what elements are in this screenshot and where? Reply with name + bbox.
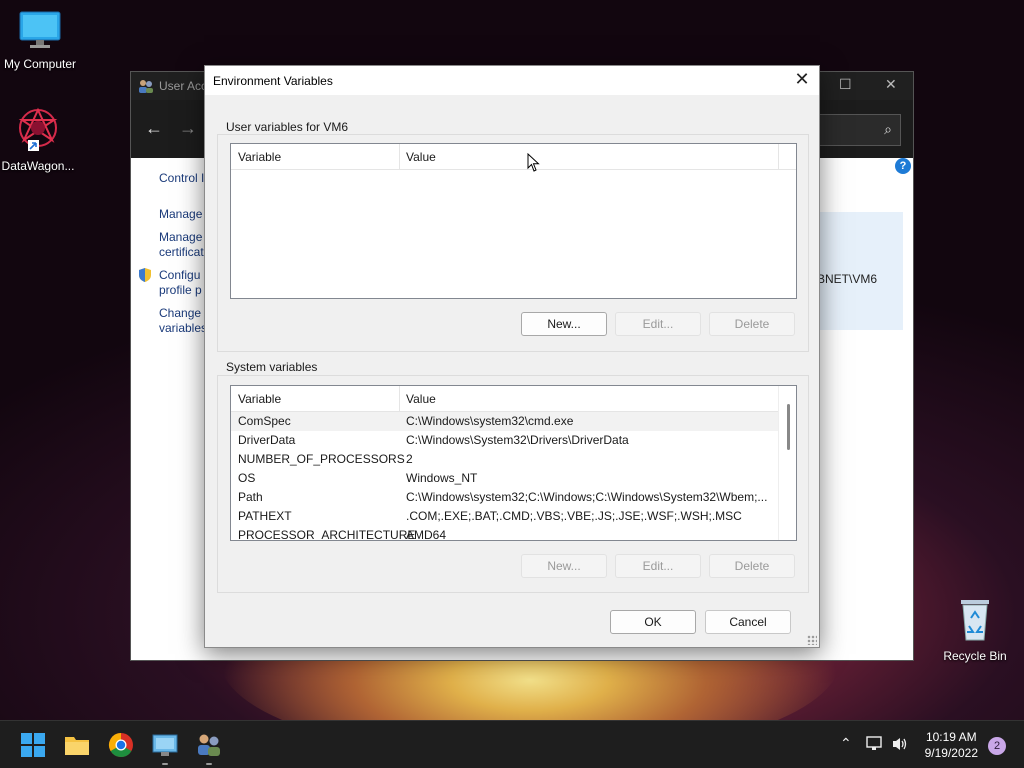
list-header: Variable Value (231, 386, 796, 412)
variable-name: Path (238, 490, 263, 504)
recycle-bin-icon (961, 600, 989, 641)
table-row[interactable]: NUMBER_OF_PROCESSORS 2 (231, 450, 796, 469)
variable-name: PATHEXT (238, 509, 292, 523)
table-row[interactable]: PROCESSOR_ARCHITECTURE AMD64 (231, 526, 796, 541)
clock-date: 9/19/2022 (924, 746, 978, 760)
desktop-icon-recycle-bin[interactable]: Recycle Bin (935, 596, 1015, 663)
monitor-icon (19, 11, 61, 48)
environment-variables-dialog: Environment Variables ✕ User variables f… (204, 65, 820, 648)
close-icon[interactable]: ✕ (885, 76, 897, 93)
back-arrow-icon[interactable]: ← (145, 118, 163, 139)
column-variable[interactable]: Variable (238, 392, 281, 406)
running-indicator (206, 763, 212, 765)
forward-arrow-icon[interactable]: → (179, 118, 197, 139)
window-title: User Acc (159, 79, 208, 93)
desktop-icon-label: Recycle Bin (943, 649, 1007, 663)
close-icon[interactable]: ✕ (791, 69, 813, 91)
search-icon: ⌕ (884, 121, 892, 137)
variable-value: Windows_NT (406, 471, 478, 485)
notification-badge[interactable]: 2 (988, 737, 1006, 755)
column-value[interactable]: Value (406, 392, 436, 406)
user-variables-list[interactable]: Variable Value (230, 143, 797, 299)
variable-value: C:\Windows\System32\Drivers\DriverData (406, 433, 629, 447)
change-variables-link[interactable]: Change variables (159, 306, 204, 336)
system-edit-button[interactable]: Edit... (615, 554, 701, 578)
resize-grip[interactable] (807, 635, 817, 645)
variable-value: C:\Windows\system32;C:\Windows;C:\Window… (406, 490, 768, 504)
user-variables-label: User variables for VM6 (224, 120, 351, 134)
variable-name: DriverData (238, 433, 296, 447)
user-new-button[interactable]: New... (521, 312, 607, 336)
dialog-titlebar: Environment Variables ✕ (205, 66, 819, 95)
shield-icon (137, 267, 153, 286)
users-icon (138, 78, 154, 97)
column-value[interactable]: Value (406, 150, 436, 164)
table-row[interactable]: OS Windows_NT (231, 469, 796, 488)
clock-time: 10:19 AM (925, 730, 977, 744)
configure-profile-link[interactable]: Configu profile p (159, 268, 204, 298)
user-edit-button[interactable]: Edit... (615, 312, 701, 336)
column-divider[interactable] (399, 386, 400, 412)
table-row[interactable]: Path C:\Windows\system32;C:\Windows;C:\W… (231, 488, 796, 507)
vertical-scrollbar[interactable] (778, 386, 796, 540)
variable-name: NUMBER_OF_PROCESSORS (238, 452, 405, 466)
system-variables-list[interactable]: Variable Value ComSpec C:\Windows\system… (230, 385, 797, 541)
system-variables-label: System variables (224, 360, 320, 374)
variable-name: OS (238, 471, 256, 485)
variable-name: ComSpec (238, 414, 291, 428)
system-clock[interactable]: 10:19 AM 9/19/2022 (925, 729, 978, 761)
user-info-panel: BNET\VM6 (817, 212, 903, 330)
app-shortcut-icon (18, 107, 58, 151)
dialog-title: Environment Variables (213, 74, 333, 88)
table-row[interactable]: DriverData C:\Windows\System32\Drivers\D… (231, 431, 796, 450)
column-variable[interactable]: Variable (238, 150, 281, 164)
desktop-icon-datawagon[interactable]: DataWagon... (0, 106, 78, 173)
variable-value: 2 (406, 452, 413, 466)
user-domain-text: BNET\VM6 (817, 272, 878, 286)
running-indicator (162, 763, 168, 765)
network-icon[interactable] (866, 736, 884, 752)
search-box[interactable]: ⌕ (817, 114, 901, 146)
desktop-icon-my-computer[interactable]: My Computer (0, 10, 80, 71)
maximize-icon[interactable]: ☐ (839, 76, 852, 93)
desktop-icon-label: My Computer (3, 57, 77, 71)
file-explorer-icon[interactable] (63, 731, 91, 759)
table-row[interactable]: ComSpec C:\Windows\system32\cmd.exe (231, 412, 796, 431)
scrollbar-thumb[interactable] (787, 404, 790, 450)
variable-value: C:\Windows\system32\cmd.exe (406, 414, 574, 428)
system-new-button[interactable]: New... (521, 554, 607, 578)
variable-name: PROCESSOR_ARCHITECTURE (238, 528, 416, 541)
ok-button[interactable]: OK (610, 610, 696, 634)
chevron-up-icon[interactable]: ⌃ (840, 735, 852, 752)
help-icon[interactable]: ? (895, 158, 911, 174)
variable-value: AMD64 (406, 528, 447, 541)
taskbar: ⌃ 10:19 AM 9/19/2022 2 (0, 720, 1024, 768)
cancel-button[interactable]: Cancel (705, 610, 791, 634)
column-divider[interactable] (778, 144, 779, 170)
column-divider[interactable] (399, 144, 400, 170)
user-accounts-icon[interactable] (195, 731, 223, 759)
desktop-icon-label: DataWagon... (1, 159, 75, 173)
mouse-cursor-icon (527, 153, 540, 172)
manage-certificates-link[interactable]: Manage certificat (159, 230, 204, 260)
list-header: Variable Value (231, 144, 796, 170)
table-row[interactable]: PATHEXT .COM;.EXE;.BAT;.CMD;.VBS;.VBE;.J… (231, 507, 796, 526)
control-panel-icon[interactable] (151, 731, 179, 759)
windows-start-icon[interactable] (19, 731, 47, 759)
system-delete-button[interactable]: Delete (709, 554, 795, 578)
variable-value: .COM;.EXE;.BAT;.CMD;.VBS;.VBE;.JS;.JSE;.… (406, 509, 742, 523)
user-delete-button[interactable]: Delete (709, 312, 795, 336)
volume-icon[interactable] (891, 736, 909, 752)
chrome-icon[interactable] (107, 731, 135, 759)
